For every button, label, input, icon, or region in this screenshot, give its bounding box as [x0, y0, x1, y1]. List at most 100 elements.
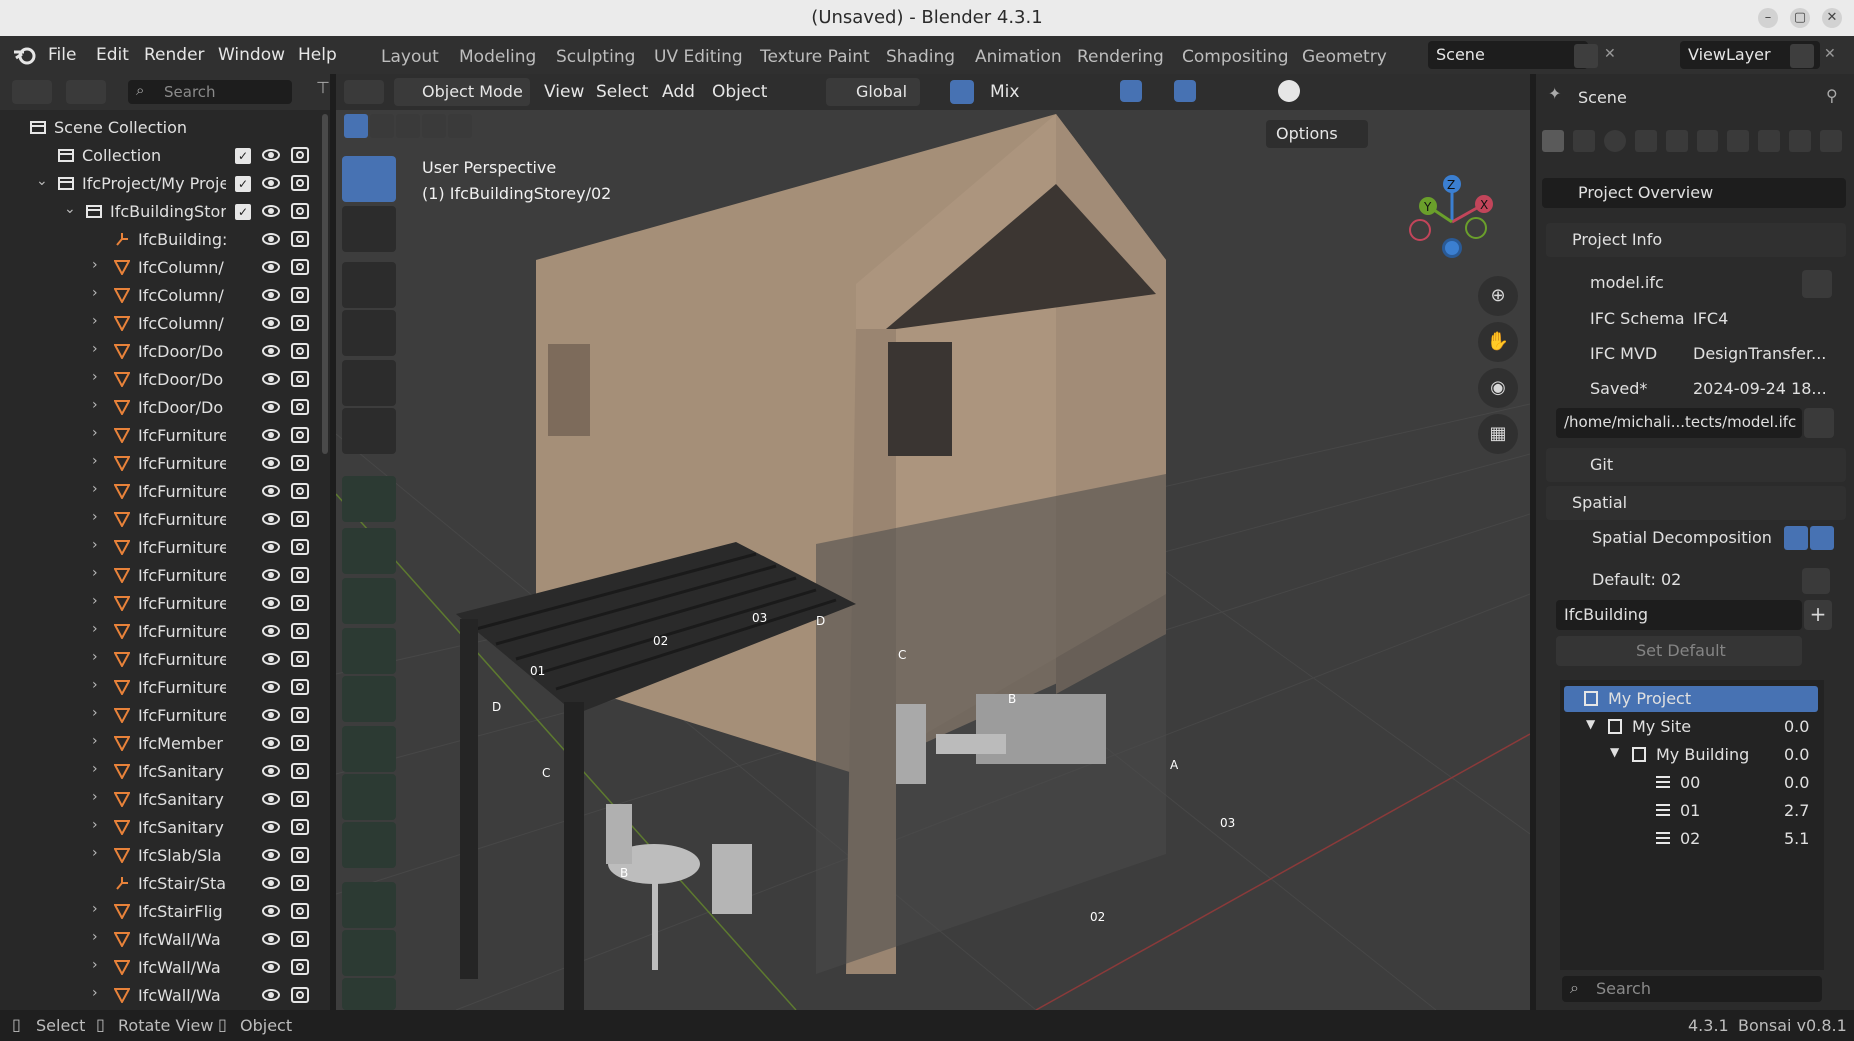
render-camera-icon[interactable] [291, 287, 309, 303]
snap-mode-label[interactable]: Mix [990, 82, 1019, 102]
render-camera-icon[interactable] [291, 819, 309, 835]
spatial-tree-item[interactable]: My Project [1564, 686, 1818, 712]
visibility-eye-icon[interactable] [262, 793, 280, 805]
tab-structural-icon[interactable] [1696, 130, 1719, 152]
visibility-eye-icon[interactable] [262, 401, 280, 413]
spatial-panel-header[interactable]: Spatial [1546, 486, 1846, 520]
expand-chevron-icon[interactable]: ⌄ [64, 201, 76, 217]
outliner-row[interactable]: › IfcFurniture [0, 506, 322, 534]
outliner-row[interactable]: › IfcWall/Wa [0, 954, 322, 982]
render-camera-icon[interactable] [291, 567, 309, 583]
drawing-tool-icon[interactable] [342, 882, 396, 928]
outliner-row[interactable]: › IfcDoor/Do [0, 394, 322, 422]
spatial-search-input[interactable]: ⌕ Search [1562, 976, 1822, 1002]
exclude-checkbox[interactable]: ✓ [235, 204, 251, 220]
spatial-tree-item[interactable]: 00 0.0 [1564, 770, 1818, 796]
perspective-grid-icon[interactable]: ▦ [1478, 414, 1518, 454]
expand-chevron-icon[interactable]: › [92, 453, 98, 469]
visibility-eye-icon[interactable] [262, 765, 280, 777]
git-panel-header[interactable]: Git [1546, 448, 1846, 482]
menu-edit[interactable]: Edit [96, 45, 129, 65]
tab-services-icon[interactable] [1665, 130, 1688, 152]
expand-chevron-icon[interactable]: › [92, 313, 98, 329]
tab-material-icon[interactable] [1603, 130, 1626, 152]
visibility-eye-icon[interactable] [262, 233, 280, 245]
spatial-tree-item[interactable]: 02 5.1 [1564, 826, 1818, 852]
tab-modeling[interactable]: Modeling [459, 47, 536, 67]
remove-viewlayer-icon[interactable]: ✕ [1824, 46, 1836, 62]
tab-uv-editing[interactable]: UV Editing [654, 47, 743, 67]
render-camera-icon[interactable] [291, 595, 309, 611]
visibility-eye-icon[interactable] [262, 961, 280, 973]
column-tool-icon[interactable] [342, 676, 396, 722]
select-extend-icon[interactable] [370, 114, 394, 138]
visibility-eye-icon[interactable] [1784, 526, 1808, 550]
render-camera-icon[interactable] [291, 427, 309, 443]
expand-chevron-icon[interactable]: › [92, 817, 98, 833]
outliner-row[interactable]: Collection ✓ [0, 142, 322, 170]
furniture-tool-icon[interactable] [342, 726, 396, 772]
render-camera-icon[interactable] [291, 315, 309, 331]
visibility-eye-icon[interactable] [262, 821, 280, 833]
editor-type-button[interactable] [12, 80, 52, 104]
expand-chevron-icon[interactable]: › [92, 621, 98, 637]
tab-layout[interactable]: Layout [381, 47, 439, 67]
pin-icon[interactable]: ⚲ [1826, 86, 1838, 105]
maximize-button[interactable]: ▢ [1790, 8, 1810, 28]
render-camera-icon[interactable] [291, 343, 309, 359]
expand-chevron-icon[interactable]: › [92, 957, 98, 973]
tab-sculpting[interactable]: Sculpting [556, 47, 635, 67]
render-camera-icon[interactable] [291, 483, 309, 499]
minimize-button[interactable]: – [1758, 8, 1778, 28]
visibility-eye-icon[interactable] [262, 205, 280, 217]
outliner-row[interactable]: › IfcSlab/Sla [0, 842, 322, 870]
expand-chevron-icon[interactable]: › [92, 341, 98, 357]
tab-texture-paint[interactable]: Texture Paint [760, 47, 870, 67]
expand-chevron-icon[interactable]: ⌄ [36, 173, 48, 189]
transform-tool-icon[interactable] [342, 408, 396, 454]
file-path-field[interactable]: /home/michali...tects/model.ifc [1556, 408, 1802, 438]
outliner-row[interactable]: IfcBuilding: [0, 226, 322, 254]
outliner-row[interactable]: › IfcSanitary [0, 814, 322, 842]
viewport-menu-add[interactable]: Add [662, 82, 695, 102]
spatial-tool-icon[interactable] [342, 930, 396, 976]
select-box-tool-icon[interactable] [342, 156, 396, 202]
move-tool-icon[interactable] [342, 262, 396, 308]
visibility-eye-icon[interactable] [262, 709, 280, 721]
outliner-row[interactable]: › IfcFurniture [0, 534, 322, 562]
expand-chevron-icon[interactable]: › [92, 649, 98, 665]
viewport-menu-select[interactable]: Select [596, 82, 648, 102]
exclude-checkbox[interactable]: ✓ [235, 176, 251, 192]
tab-quality-icon[interactable] [1820, 130, 1843, 152]
render-camera-icon[interactable] [291, 707, 309, 723]
expand-chevron-icon[interactable]: › [92, 929, 98, 945]
outliner-row[interactable]: ⌄ IfcBuildingStor ✓ [0, 198, 322, 226]
zoom-icon[interactable]: ⊕ [1478, 276, 1518, 316]
outliner-row[interactable]: › IfcWall/Wa [0, 982, 322, 1010]
tab-rendering[interactable]: Rendering [1077, 47, 1164, 67]
expand-chevron-icon[interactable]: › [92, 565, 98, 581]
visibility-eye-icon[interactable] [262, 877, 280, 889]
structural-tool-icon[interactable] [342, 978, 396, 1010]
scale-tool-icon[interactable] [342, 360, 396, 406]
outliner-row[interactable]: › IfcColumn/ [0, 254, 322, 282]
container-type-dropdown[interactable]: IfcBuilding [1556, 600, 1802, 630]
render-camera-icon[interactable] [291, 931, 309, 947]
tab-drawing-icon[interactable] [1634, 130, 1657, 152]
remove-scene-icon[interactable]: ✕ [1604, 46, 1616, 62]
spatial-tree-item[interactable]: ▼ My Site 0.0 [1564, 714, 1818, 740]
outliner-row[interactable]: › IfcFurniture [0, 590, 322, 618]
overlay-toggle-button[interactable] [1174, 80, 1196, 102]
render-camera-icon[interactable] [291, 175, 309, 191]
visibility-eye-icon[interactable] [262, 737, 280, 749]
outliner-row[interactable]: › IfcWall/Wa [0, 926, 322, 954]
visibility-eye-icon[interactable] [262, 625, 280, 637]
render-camera-icon[interactable] [291, 903, 309, 919]
outliner-row[interactable]: › IfcFurniture [0, 422, 322, 450]
expand-chevron-icon[interactable]: › [92, 901, 98, 917]
transform-orientation-selector[interactable]: Global [826, 78, 920, 106]
viewport-menu-view[interactable]: View [544, 82, 584, 102]
tab-compositing[interactable]: Compositing [1182, 47, 1289, 67]
folder-browse-icon[interactable] [1804, 408, 1834, 438]
type-tool-icon[interactable] [342, 822, 396, 868]
